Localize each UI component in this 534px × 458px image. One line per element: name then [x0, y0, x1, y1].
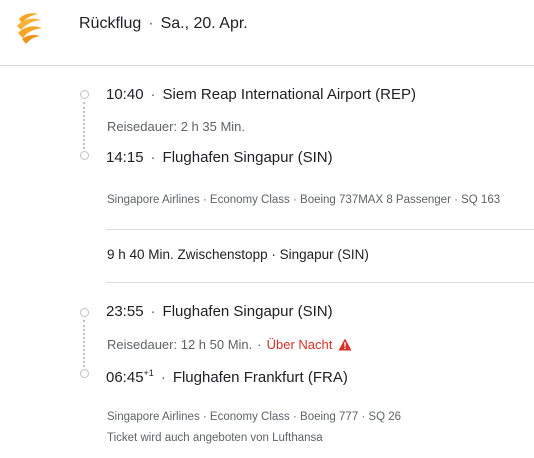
flight-details: Singapore Airlines · Economy Class · Boe…: [107, 194, 501, 206]
layover-info: 9 h 40 Min. Zwischenstopp · Singapur (SI…: [107, 247, 369, 262]
departure-marker-icon: [80, 90, 89, 99]
warning-triangle-icon: [338, 338, 352, 351]
arrival-marker-icon: [80, 369, 89, 378]
departure-row: 10:40 · Siem Reap International Airport (R…: [106, 86, 416, 103]
travel-duration: Reisedauer: 12 h 50 Min.: [107, 337, 253, 352]
departure-marker-icon: [80, 308, 89, 317]
airline-logo-icon: [17, 13, 42, 44]
route-dotted-line: [83, 320, 87, 367]
direction-label: Rückflug: [79, 15, 142, 32]
departure-time: 23:55: [106, 303, 144, 320]
departure-row: 23:55 · Flughafen Singapur (SIN): [106, 303, 333, 320]
flight-header: Rückflug · Sa., 20. Apr.: [0, 0, 534, 66]
departure-time: 10:40: [106, 86, 144, 103]
departure-airport: Flughafen Singapur (SIN): [162, 303, 333, 320]
departure-airport: Siem Reap International Airport (REP): [162, 86, 416, 103]
separator: ·: [148, 15, 154, 32]
arrival-marker-icon: [80, 151, 89, 160]
day-offset: +1: [143, 368, 154, 378]
divider: [106, 282, 534, 283]
arrival-row: 14:15 · Flughafen Singapur (SIN): [106, 149, 333, 166]
codeshare-note: Ticket wird auch angeboten von Lufthansa: [107, 432, 323, 444]
travel-duration-row: Reisedauer: 12 h 50 Min. · Über Nacht: [107, 337, 352, 352]
overnight-warning: Über Nacht: [266, 337, 333, 352]
divider: [106, 229, 534, 230]
date-label: Sa., 20. Apr.: [160, 15, 248, 32]
page-title: Rückflug · Sa., 20. Apr.: [79, 15, 248, 33]
arrival-time: 06:45: [106, 369, 144, 386]
arrival-airport: Flughafen Singapur (SIN): [162, 149, 333, 166]
arrival-row: 06:45+1 · Flughafen Frankfurt (FRA): [106, 368, 348, 386]
travel-duration: Reisedauer: 2 h 35 Min.: [107, 119, 246, 134]
arrival-airport: Flughafen Frankfurt (FRA): [172, 369, 348, 386]
arrival-time: 14:15: [106, 149, 144, 166]
route-dotted-line: [83, 102, 87, 149]
flight-details: Singapore Airlines · Economy Class · Boe…: [107, 411, 402, 423]
